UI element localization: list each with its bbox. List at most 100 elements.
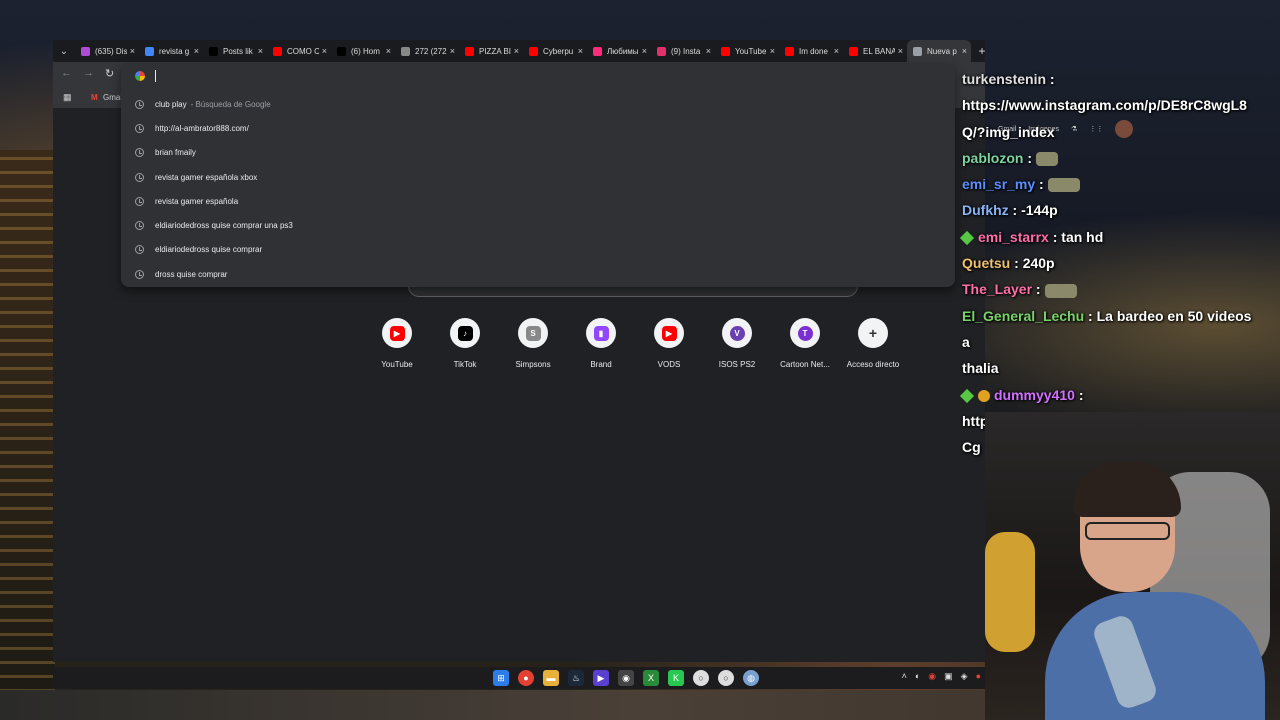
shortcut-circle: V: [722, 318, 752, 348]
suggestion-item[interactable]: eldiariodedross quise comprar una ps3: [121, 213, 955, 237]
tab-close-icon[interactable]: ×: [322, 46, 327, 56]
chrome-icon[interactable]: ●: [518, 670, 534, 686]
tab-4[interactable]: (6) Hom ×: [331, 40, 395, 62]
tab-11[interactable]: Im done ×: [779, 40, 843, 62]
app-icon-circle-2[interactable]: ○: [718, 670, 734, 686]
tab-close-icon[interactable]: ×: [962, 46, 967, 56]
media-player-icon[interactable]: ▶: [593, 670, 609, 686]
tab-7[interactable]: Cyberpu ×: [523, 40, 587, 62]
reload-icon[interactable]: ↻: [105, 67, 114, 80]
tab-9[interactable]: (9) Insta ×: [651, 40, 715, 62]
windows-start-icon[interactable]: ⊞: [493, 670, 509, 686]
kick-icon[interactable]: K: [668, 670, 684, 686]
app-icon-circle-1[interactable]: ○: [693, 670, 709, 686]
tab-0[interactable]: (635) Dis ×: [75, 40, 139, 62]
folder-icon[interactable]: ▬: [543, 670, 559, 686]
obs-icon[interactable]: ◉: [618, 670, 634, 686]
chat-message: Dufkhz : -144p: [958, 197, 1258, 223]
tab-close-icon[interactable]: ×: [194, 46, 199, 56]
tab-favicon-icon: [337, 46, 346, 56]
suggestion-text: dross quise comprar: [155, 269, 228, 279]
apps-icon[interactable]: ▦: [63, 92, 72, 103]
suggestion-item[interactable]: http://al-ambrator888.com/: [121, 116, 955, 140]
shortcut-circle: T: [790, 318, 820, 348]
chat-separator: :: [1008, 202, 1022, 219]
chat-message: https://www.instagram.com/p/DE8rC8wgL8: [958, 92, 1258, 118]
tab-close-icon[interactable]: ×: [770, 46, 775, 56]
shortcut-circle: ▶: [654, 318, 684, 348]
forward-icon[interactable]: →: [83, 67, 94, 79]
new-tab-button[interactable]: +: [971, 44, 985, 58]
tray-app-icon-4[interactable]: ◈: [961, 671, 968, 682]
shortcut-tile[interactable]: V ISOS PS2: [703, 318, 771, 369]
shortcut-tile[interactable]: ▶ VODS: [635, 318, 703, 369]
suggestion-item[interactable]: revista gamer española xbox: [121, 165, 955, 189]
chat-text: tan hd: [1061, 228, 1104, 245]
tab-1[interactable]: revista g ×: [139, 40, 203, 62]
tab-close-icon[interactable]: ×: [898, 46, 903, 56]
tab-close-icon[interactable]: ×: [258, 46, 263, 56]
tab-5[interactable]: 272 (272 ×: [395, 40, 459, 62]
tab-close-icon[interactable]: ×: [514, 46, 519, 56]
history-clock-icon: [135, 123, 144, 133]
tray-app-icon-2[interactable]: ◉: [928, 671, 936, 682]
chat-separator: :: [1010, 255, 1023, 272]
shortcut-tile[interactable]: ▶ YouTube: [363, 318, 431, 369]
shortcut-label: Brand: [590, 360, 612, 369]
shortcut-tile[interactable]: ▮ Brand: [567, 318, 635, 369]
suggestion-item[interactable]: eldiariodedross quise comprar: [121, 238, 955, 262]
suggestion-text: eldiariodedross quise comprar una ps3: [155, 221, 293, 231]
tab-close-icon[interactable]: ×: [834, 46, 839, 56]
chat-text: Q/?img_index: [962, 123, 1055, 140]
tab-2[interactable]: Posts lik ×: [203, 40, 267, 62]
tray-app-icon-3[interactable]: ▣: [944, 671, 953, 682]
history-clock-icon: [135, 148, 144, 158]
tab-3[interactable]: COMO C ×: [267, 40, 331, 62]
tab-close-icon[interactable]: ×: [642, 46, 647, 56]
omnibox-input[interactable]: [121, 64, 955, 88]
streamer-hair: [1073, 462, 1181, 517]
excel-icon[interactable]: X: [643, 670, 659, 686]
shortcut-tile[interactable]: T Cartoon Net...: [771, 318, 839, 369]
chat-message: Quetsu : 240p: [958, 250, 1258, 276]
chat-text: 240p: [1022, 255, 1055, 272]
tray-app-icon-5[interactable]: ●: [976, 671, 981, 682]
suggestion-item[interactable]: club play - Búsqueda de Google: [121, 92, 955, 116]
back-icon[interactable]: ←: [61, 67, 72, 79]
history-clock-icon: [135, 269, 144, 279]
history-clock-icon: [135, 245, 144, 255]
tray-chevron-icon[interactable]: ˄: [902, 671, 907, 682]
tab-favicon-icon: [81, 46, 90, 56]
steam-icon[interactable]: ♨: [568, 670, 584, 686]
shortcut-circle: ▶: [382, 318, 412, 348]
shortcut-circle: S: [518, 318, 548, 348]
tab-close-icon[interactable]: ×: [450, 46, 455, 56]
history-clock-icon: [135, 99, 144, 109]
tray-app-icon-1[interactable]: ◐: [915, 671, 920, 682]
tab-strip: ⌄ (635) Dis × revista g × Posts lik × COMO C ×(…: [53, 40, 985, 62]
tab-6[interactable]: PIZZA BI ×: [459, 40, 523, 62]
suggestion-item[interactable]: brian fmaily: [121, 141, 955, 165]
history-clock-icon: [135, 221, 144, 231]
chat-username: El_General_Lechu: [962, 307, 1085, 324]
tab-close-icon[interactable]: ×: [130, 46, 135, 56]
tab-10[interactable]: YouTube ×: [715, 40, 779, 62]
tab-close-icon[interactable]: ×: [386, 46, 391, 56]
tab-12[interactable]: EL BANA ×: [843, 40, 907, 62]
app-icon-globe[interactable]: ◍: [743, 670, 759, 686]
shortcut-tile[interactable]: ♪ TikTok: [431, 318, 499, 369]
shortcut-tile[interactable]: S Simpsons: [499, 318, 567, 369]
gmail-icon: M: [91, 93, 98, 102]
tab-8[interactable]: Любимы ×: [587, 40, 651, 62]
suggestion-text: revista gamer española: [155, 196, 239, 206]
tab-close-icon[interactable]: ×: [706, 46, 711, 56]
chat-username: dummyy410: [994, 386, 1075, 403]
tab-close-icon[interactable]: ×: [578, 46, 583, 56]
tab-favicon-icon: [593, 46, 602, 56]
suggestion-item[interactable]: revista gamer española: [121, 189, 955, 213]
shortcut-label: Simpsons: [515, 360, 551, 369]
tab-search-icon[interactable]: ⌄: [53, 40, 75, 62]
tab-13[interactable]: Nueva p ×: [907, 40, 971, 62]
suggestion-item[interactable]: dross quise comprar: [121, 262, 955, 286]
shortcut-tile[interactable]: + Acceso directo: [839, 318, 907, 369]
